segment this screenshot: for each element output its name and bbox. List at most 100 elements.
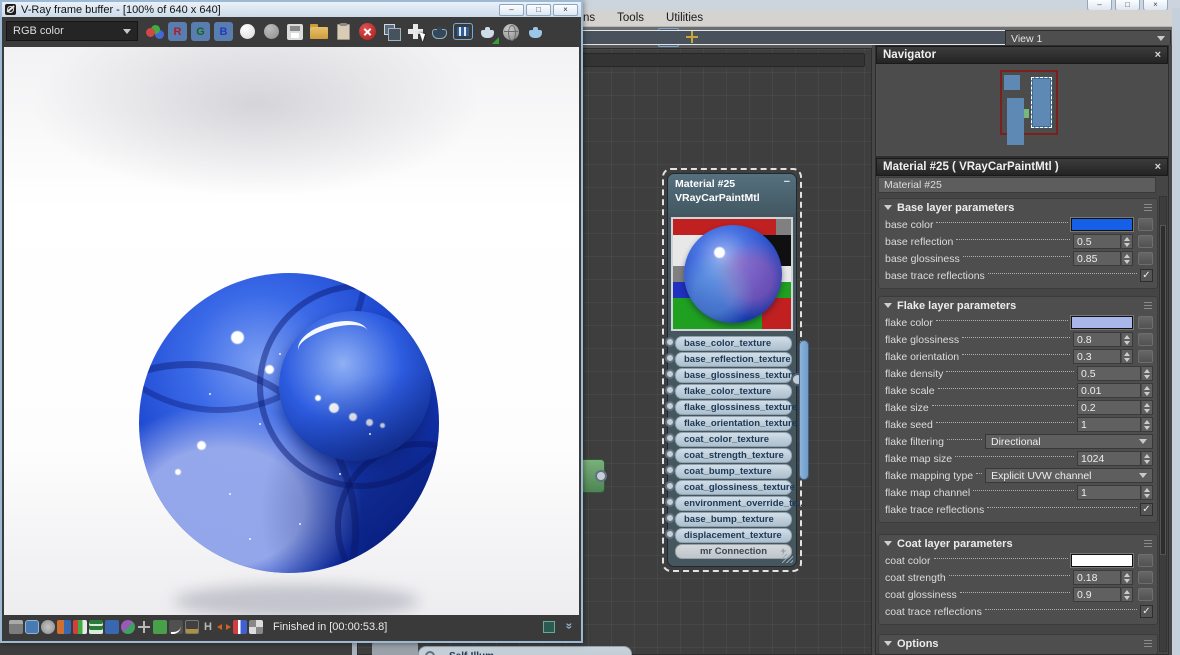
region-render-icon[interactable]	[405, 22, 425, 42]
arrows-icon[interactable]	[217, 620, 231, 634]
map-slot-button[interactable]	[1138, 554, 1153, 567]
close-icon[interactable]: ×	[1155, 161, 1161, 173]
slot-base-reflection-texture[interactable]: base_reflection_texture	[665, 352, 792, 367]
flake-map-channel-spinner[interactable]: 1	[1077, 485, 1153, 500]
spinner-value[interactable]: 0.9	[1073, 587, 1121, 602]
rollout-header[interactable]: Options	[879, 635, 1157, 652]
map-slot-button[interactable]	[1138, 588, 1153, 601]
spinner-value[interactable]: 1024	[1077, 451, 1141, 466]
maximize-button[interactable]: □	[526, 3, 551, 16]
snowflake-icon[interactable]	[137, 620, 151, 634]
duplicate-to-max-buffer-icon[interactable]	[381, 22, 401, 42]
preview-window-icon[interactable]	[658, 28, 679, 47]
rollout-header[interactable]: Flake layer parameters	[879, 297, 1157, 314]
spinner-value[interactable]: 0.5	[1077, 366, 1141, 381]
h-letter-icon[interactable]: H	[201, 620, 215, 634]
save-image-icon[interactable]	[285, 22, 305, 42]
clear-image-icon[interactable]	[357, 22, 377, 42]
rollout-menu-icon[interactable]	[1144, 302, 1152, 309]
vfb-titlebar[interactable]: V-Ray frame buffer - [100% of 640 x 640]…	[2, 2, 581, 17]
input-socket[interactable]	[665, 353, 675, 363]
map-slot-button[interactable]	[1138, 316, 1153, 329]
flake-seed-spinner[interactable]: 1	[1077, 417, 1153, 432]
material-name-field[interactable]: Material #25	[878, 177, 1156, 193]
slot-coat-strength-texture[interactable]: coat_strength_texture	[665, 448, 792, 463]
spinner-arrows[interactable]	[1121, 349, 1133, 364]
input-socket[interactable]	[665, 465, 675, 475]
spinner-arrows[interactable]	[1141, 383, 1153, 398]
sparkle-cursor-icon[interactable]	[685, 30, 700, 45]
menu-options[interactable]: ns	[583, 12, 595, 24]
parameters-titlebar[interactable]: Material #25 ( VRayCarPaintMtl ) ×	[876, 158, 1168, 176]
map-slot-button[interactable]	[1138, 350, 1153, 363]
bars-icon[interactable]	[233, 620, 247, 634]
stop-render-icon[interactable]	[501, 22, 521, 42]
compare-icon[interactable]	[25, 620, 39, 634]
map-slot-button[interactable]	[1138, 571, 1153, 584]
checker-icon[interactable]	[249, 620, 263, 634]
flake-mapping-type-dropdown[interactable]: Explicit UVW channel	[985, 468, 1153, 483]
slot-displacement-texture[interactable]: displacement_texture	[665, 528, 792, 543]
flake-color-swatch[interactable]	[1071, 316, 1133, 329]
spinner-arrows[interactable]	[1141, 451, 1153, 466]
mr-connection-section[interactable]: mr Connection +	[675, 544, 792, 559]
background-icon[interactable]	[153, 620, 167, 634]
spinner-value[interactable]: 0.85	[1073, 251, 1121, 266]
slot-flake-orientation-texture[interactable]: flake_orientation_texture	[665, 416, 797, 431]
close-icon[interactable]: ×	[1155, 49, 1161, 61]
input-socket[interactable]	[665, 401, 675, 411]
render-last-teapot-icon[interactable]	[429, 22, 449, 42]
flake-scale-spinner[interactable]: 0.01	[1077, 383, 1153, 398]
rollout-menu-icon[interactable]	[1144, 640, 1152, 647]
rollout-header[interactable]: Coat layer parameters	[879, 535, 1157, 552]
load-image-icon[interactable]	[309, 22, 329, 42]
spinner-arrows[interactable]	[1121, 587, 1133, 602]
menu-utilities[interactable]: Utilities	[666, 12, 703, 24]
node-resize-grip[interactable]	[782, 554, 793, 563]
flake-trace-reflections-checkbox[interactable]: ✓	[1140, 503, 1153, 516]
navigator-minimap[interactable]	[877, 64, 1167, 155]
flake-density-spinner[interactable]: 0.5	[1077, 366, 1153, 381]
render-canvas[interactable]	[4, 47, 579, 617]
material-preview[interactable]	[671, 217, 793, 331]
save-icon[interactable]	[9, 620, 23, 634]
flake-map-size-spinner[interactable]: 1024	[1077, 451, 1153, 466]
material-node-header[interactable]: Material #25 VRayCarPaintMtl −	[668, 174, 796, 214]
blue-channel-icon[interactable]: B	[214, 22, 233, 41]
spinner-value[interactable]: 0.5	[1073, 234, 1121, 249]
info-icon[interactable]	[41, 620, 55, 634]
collapse-node-icon[interactable]: −	[784, 176, 790, 188]
color-clamp-icon[interactable]	[453, 22, 473, 42]
stamp-icon[interactable]	[543, 621, 555, 633]
input-socket[interactable]	[665, 529, 675, 539]
flake-orientation-spinner[interactable]: 0.3	[1073, 349, 1133, 364]
base-trace-reflections-checkbox[interactable]: ✓	[1140, 269, 1153, 282]
show-rgb-channels-icon[interactable]	[144, 22, 164, 42]
spinner-arrows[interactable]	[1121, 332, 1133, 347]
map-slot-button[interactable]	[1138, 218, 1153, 231]
spinner-arrows[interactable]	[1141, 366, 1153, 381]
navigator-titlebar[interactable]: Navigator ×	[876, 46, 1168, 64]
spinner-arrows[interactable]	[1121, 234, 1133, 249]
rollout-header[interactable]: Base layer parameters	[879, 199, 1157, 216]
spinner-arrows[interactable]	[1141, 485, 1153, 500]
rollout-menu-icon[interactable]	[1144, 204, 1152, 211]
input-socket[interactable]	[665, 513, 675, 523]
slot-coat-color-texture[interactable]: coat_color_texture	[665, 432, 792, 447]
sphere-icon[interactable]	[121, 620, 135, 634]
map-slot-button[interactable]	[1138, 252, 1153, 265]
spinner-arrows[interactable]	[1141, 417, 1153, 432]
coat-strength-spinner[interactable]: 0.18	[1073, 570, 1133, 585]
exposure-icon[interactable]	[89, 620, 103, 634]
spinner-value[interactable]: 0.2	[1077, 400, 1141, 415]
slot-base-glossiness-texture[interactable]: base_glossiness_texture	[665, 368, 797, 383]
map-slot-button[interactable]	[1138, 235, 1153, 248]
map-slot-button[interactable]	[1138, 333, 1153, 346]
base-glossiness-spinner[interactable]: 0.85	[1073, 251, 1133, 266]
panel-scrollbar[interactable]	[1159, 196, 1167, 652]
spinner-value[interactable]: 0.18	[1073, 570, 1121, 585]
input-socket[interactable]	[665, 449, 675, 459]
green-channel-icon[interactable]: G	[191, 22, 210, 41]
levels-icon[interactable]	[57, 620, 71, 634]
input-socket[interactable]	[425, 651, 435, 655]
